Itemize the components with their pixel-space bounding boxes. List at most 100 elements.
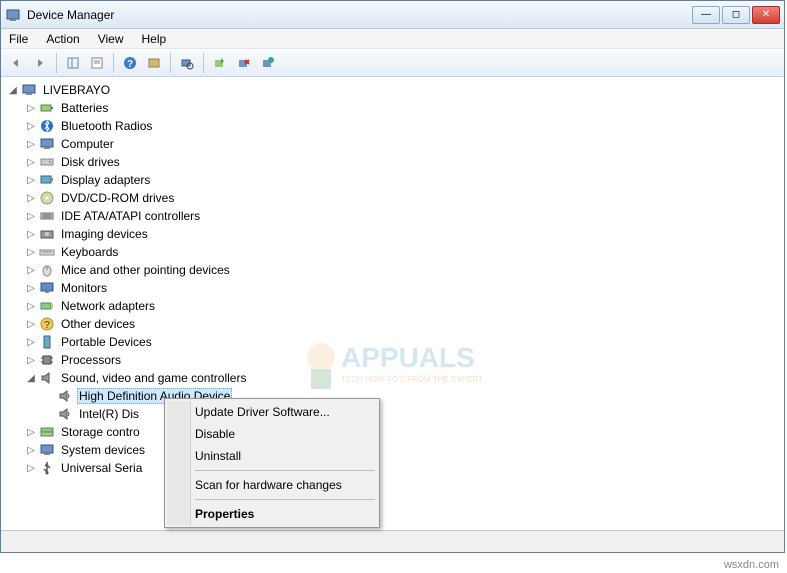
expand-icon[interactable]: ▷	[25, 462, 37, 474]
tree-node-storage[interactable]: ▷Storage contro	[23, 423, 784, 441]
device-tree-pane[interactable]: APPUALSTECH HOW-TO'S FROM THE EXPERTS ◢ …	[1, 77, 784, 530]
expand-icon[interactable]: ▷	[25, 444, 37, 456]
source-watermark: wsxdn.com	[724, 559, 779, 571]
tree-node-imaging[interactable]: ▷Imaging devices	[23, 225, 784, 243]
context-menu-gutter	[167, 401, 191, 525]
tree-node-usb[interactable]: ▷Universal Seria	[23, 459, 784, 477]
usb-icon	[39, 460, 55, 476]
tree-node-keyboards[interactable]: ▷Keyboards	[23, 243, 784, 261]
close-button[interactable]: ✕	[752, 6, 780, 24]
expand-icon[interactable]: ▷	[25, 228, 37, 240]
menu-action[interactable]: Action	[46, 32, 79, 46]
maximize-button[interactable]: ◻	[722, 6, 750, 24]
tree-node-mice[interactable]: ▷Mice and other pointing devices	[23, 261, 784, 279]
expand-icon[interactable]: ▷	[25, 174, 37, 186]
expand-icon	[43, 408, 55, 420]
minimize-button[interactable]: —	[692, 6, 720, 24]
toolbar-separator	[113, 53, 114, 73]
display-adapter-icon	[39, 172, 55, 188]
tree-node-computer[interactable]: ▷Computer	[23, 135, 784, 153]
show-hide-console-tree-button[interactable]	[62, 52, 84, 74]
context-menu-separator	[195, 499, 375, 500]
svg-text:?: ?	[127, 59, 133, 70]
properties-button[interactable]	[86, 52, 108, 74]
tree-node-intel-display-audio[interactable]: Intel(R) Dis	[41, 405, 784, 423]
toolbar-separator	[170, 53, 171, 73]
menu-file[interactable]: File	[9, 32, 28, 46]
portable-device-icon	[39, 334, 55, 350]
tree-node-display-adapters[interactable]: ▷Display adapters	[23, 171, 784, 189]
expand-icon[interactable]: ▷	[25, 102, 37, 114]
app-icon	[5, 7, 21, 23]
speaker-icon	[57, 406, 73, 422]
bluetooth-icon	[39, 118, 55, 134]
scan-hardware-button[interactable]	[176, 52, 198, 74]
tree-node-portable[interactable]: ▷Portable Devices	[23, 333, 784, 351]
tree-node-network[interactable]: ▷Network adapters	[23, 297, 784, 315]
speaker-icon	[57, 388, 73, 404]
context-menu-separator	[195, 470, 375, 471]
collapse-icon[interactable]: ◢	[25, 372, 37, 384]
expand-icon[interactable]: ▷	[25, 210, 37, 222]
toolbar: ?	[1, 49, 784, 77]
tree-node-monitors[interactable]: ▷Monitors	[23, 279, 784, 297]
expand-icon[interactable]: ▷	[25, 246, 37, 258]
ctx-disable[interactable]: Disable	[167, 423, 377, 445]
expand-icon[interactable]: ▷	[25, 426, 37, 438]
expand-icon[interactable]: ▷	[25, 282, 37, 294]
tree-node-batteries[interactable]: ▷Batteries	[23, 99, 784, 117]
titlebar[interactable]: Device Manager — ◻ ✕	[1, 1, 784, 29]
expand-icon[interactable]: ▷	[25, 264, 37, 276]
expand-icon	[43, 390, 55, 402]
processor-icon	[39, 352, 55, 368]
computer-icon	[21, 82, 37, 98]
window-title: Device Manager	[27, 8, 692, 22]
menu-view[interactable]: View	[98, 32, 124, 46]
disable-button[interactable]	[257, 52, 279, 74]
device-tree[interactable]: ◢ LIVEBRAYO ▷Batteries ▷Bluetooth Radios…	[5, 81, 784, 477]
tree-node-dvd[interactable]: ▷DVD/CD-ROM drives	[23, 189, 784, 207]
tree-node-bluetooth[interactable]: ▷Bluetooth Radios	[23, 117, 784, 135]
tree-node-disk-drives[interactable]: ▷Disk drives	[23, 153, 784, 171]
svg-text:?: ?	[44, 320, 50, 331]
tree-node-sound[interactable]: ◢Sound, video and game controllers	[23, 369, 784, 387]
toolbar-separator	[56, 53, 57, 73]
storage-controller-icon	[39, 424, 55, 440]
expand-icon[interactable]: ▷	[25, 354, 37, 366]
tree-node-ide[interactable]: ▷IDE ATA/ATAPI controllers	[23, 207, 784, 225]
camera-icon	[39, 226, 55, 242]
tree-root-label: LIVEBRAYO	[41, 83, 112, 97]
update-driver-button[interactable]	[209, 52, 231, 74]
tree-node-hd-audio[interactable]: High Definition Audio Device	[41, 387, 784, 405]
network-adapter-icon	[39, 298, 55, 314]
dvd-icon	[39, 190, 55, 206]
ctx-uninstall[interactable]: Uninstall	[167, 445, 377, 467]
back-button[interactable]	[5, 52, 27, 74]
uninstall-button[interactable]	[233, 52, 255, 74]
ctx-properties[interactable]: Properties	[167, 503, 377, 525]
ctx-update-driver[interactable]: Update Driver Software...	[167, 401, 377, 423]
expand-icon[interactable]: ▷	[25, 120, 37, 132]
system-device-icon	[39, 442, 55, 458]
monitor-icon	[39, 280, 55, 296]
expand-icon[interactable]: ▷	[25, 138, 37, 150]
action-button[interactable]	[143, 52, 165, 74]
collapse-icon[interactable]: ◢	[7, 84, 19, 96]
toolbar-separator	[203, 53, 204, 73]
keyboard-icon	[39, 244, 55, 260]
tree-node-other[interactable]: ▷?Other devices	[23, 315, 784, 333]
expand-icon[interactable]: ▷	[25, 336, 37, 348]
help-button[interactable]: ?	[119, 52, 141, 74]
menu-help[interactable]: Help	[142, 32, 167, 46]
forward-button[interactable]	[29, 52, 51, 74]
expand-icon[interactable]: ▷	[25, 318, 37, 330]
tree-node-processors[interactable]: ▷Processors	[23, 351, 784, 369]
expand-icon[interactable]: ▷	[25, 192, 37, 204]
mouse-icon	[39, 262, 55, 278]
ide-controller-icon	[39, 208, 55, 224]
expand-icon[interactable]: ▷	[25, 156, 37, 168]
ctx-scan-hardware[interactable]: Scan for hardware changes	[167, 474, 377, 496]
tree-root-node[interactable]: ◢ LIVEBRAYO	[5, 81, 784, 99]
tree-node-system[interactable]: ▷System devices	[23, 441, 784, 459]
expand-icon[interactable]: ▷	[25, 300, 37, 312]
